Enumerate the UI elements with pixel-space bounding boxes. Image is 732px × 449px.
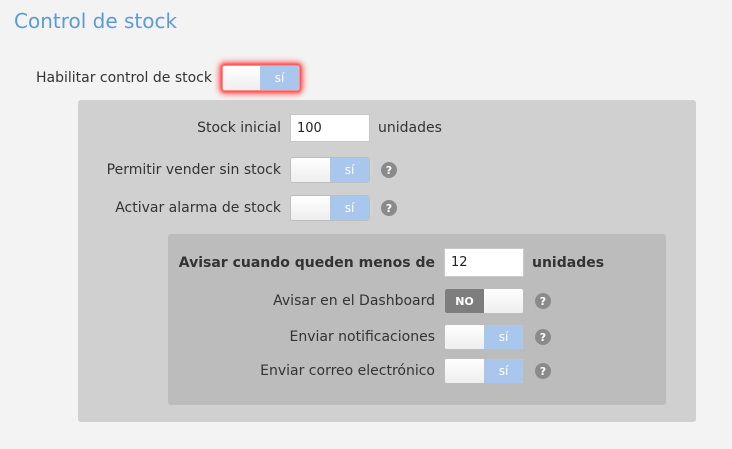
help-icon[interactable]: ?: [381, 200, 397, 216]
stock-alarm-label: Activar alarma de stock: [115, 200, 281, 216]
notifications-label: Enviar notificaciones: [289, 329, 435, 345]
stock-alarm-row: Activar alarma de stock sí ?: [0, 195, 397, 221]
sell-without-stock-row: Permitir vender sin stock sí ?: [0, 157, 397, 183]
email-toggle[interactable]: sí: [444, 358, 524, 384]
toggle-off-label: NO: [445, 289, 484, 313]
toggle-on-label: sí: [484, 359, 523, 383]
help-icon[interactable]: ?: [535, 329, 551, 345]
enable-stock-toggle[interactable]: sí: [222, 65, 300, 91]
initial-stock-row: Stock inicial 100 unidades: [0, 114, 442, 142]
threshold-label: Avisar cuando queden menos de: [178, 254, 435, 271]
initial-stock-label: Stock inicial: [197, 120, 281, 136]
page-title: Control de stock: [14, 9, 178, 33]
sell-without-stock-label: Permitir vender sin stock: [106, 162, 281, 178]
initial-stock-input[interactable]: 100: [290, 114, 370, 142]
toggle-on-label: sí: [260, 66, 299, 90]
toggle-knob: [223, 66, 260, 90]
toggle-knob: [291, 158, 330, 182]
toggle-on-label: sí: [330, 196, 369, 220]
toggle-on-label: sí: [330, 158, 369, 182]
toggle-knob: [291, 196, 330, 220]
dashboard-label: Avisar en el Dashboard: [273, 293, 435, 309]
help-icon[interactable]: ?: [535, 293, 551, 309]
initial-stock-unit: unidades: [378, 120, 442, 136]
enable-stock-row: Habilitar control de stock sí: [0, 65, 302, 91]
notifications-toggle[interactable]: sí: [444, 324, 524, 350]
threshold-row: Avisar cuando queden menos de 12 unidade…: [0, 248, 604, 277]
enable-stock-label: Habilitar control de stock: [35, 70, 212, 86]
notifications-row: Enviar notificaciones sí ?: [0, 324, 551, 350]
threshold-input[interactable]: 12: [444, 248, 524, 277]
dashboard-row: Avisar en el Dashboard NO ?: [0, 288, 551, 314]
toggle-knob: [484, 289, 523, 313]
help-icon[interactable]: ?: [535, 363, 551, 379]
toggle-knob: [445, 325, 484, 349]
email-row: Enviar correo electrónico sí ?: [0, 358, 551, 384]
sell-without-stock-toggle[interactable]: sí: [290, 157, 370, 183]
toggle-knob: [445, 359, 484, 383]
help-icon[interactable]: ?: [381, 162, 397, 178]
threshold-unit: unidades: [532, 254, 605, 271]
toggle-on-label: sí: [484, 325, 523, 349]
stock-alarm-toggle[interactable]: sí: [290, 195, 370, 221]
email-label: Enviar correo electrónico: [260, 363, 435, 379]
dashboard-toggle[interactable]: NO: [444, 288, 524, 314]
